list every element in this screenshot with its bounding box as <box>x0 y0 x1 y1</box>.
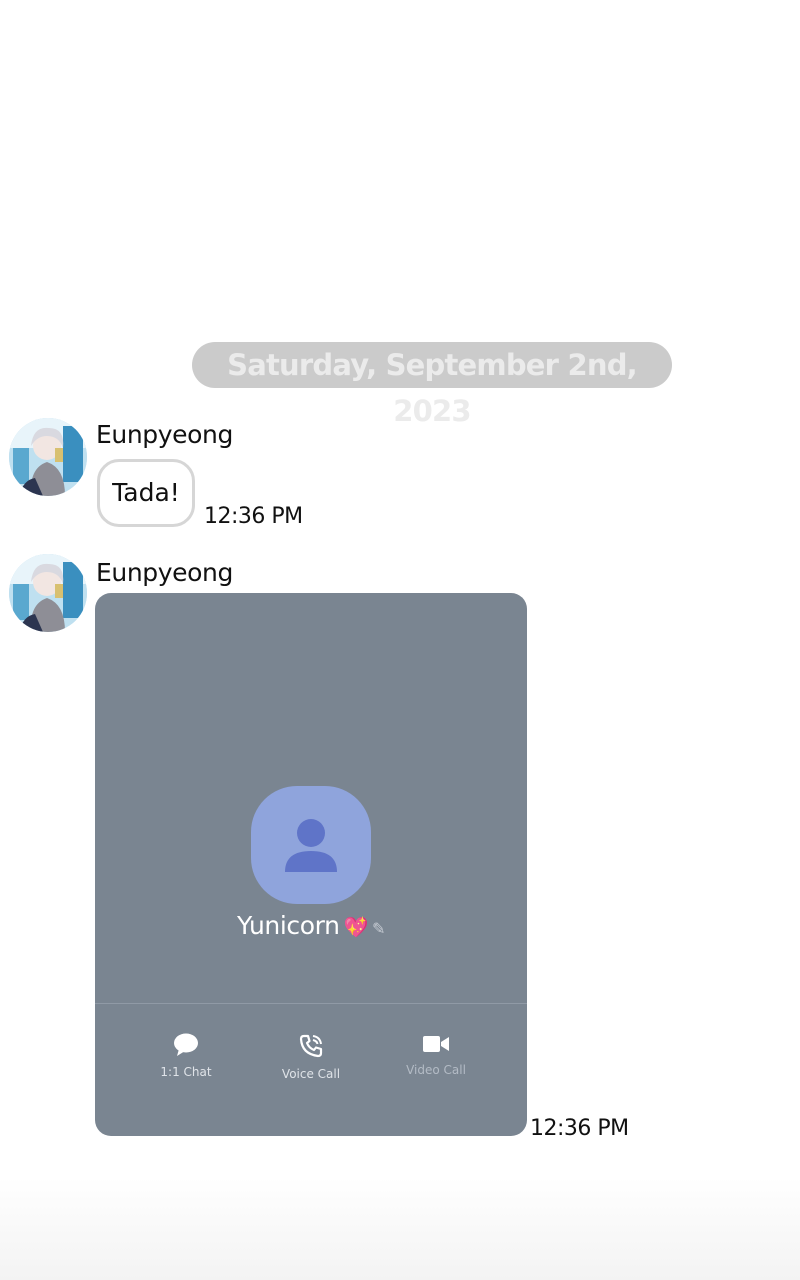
chat-action-button[interactable]: 1:1 Chat <box>136 1033 236 1079</box>
video-camera-icon <box>423 1036 449 1052</box>
phone-icon <box>299 1034 323 1058</box>
sender-avatar[interactable] <box>9 554 87 632</box>
date-separator: Saturday, September 2nd, 2023 <box>192 342 672 428</box>
chat-bubble-icon <box>174 1033 198 1056</box>
video-call-label: Video Call <box>406 1063 466 1077</box>
voice-call-action-button[interactable]: Voice Call <box>261 1033 361 1081</box>
voice-call-label: Voice Call <box>281 1067 341 1081</box>
avatar-image <box>9 554 87 632</box>
video-call-action-button[interactable]: Video Call <box>386 1033 486 1077</box>
card-divider <box>95 1003 527 1004</box>
chat-action-label: 1:1 Chat <box>160 1065 212 1079</box>
sender-avatar[interactable] <box>9 418 87 496</box>
chat-screen: Saturday, September 2nd, 2023 Eunpyeong … <box>0 0 800 1280</box>
profile-card[interactable]: Yunicorn💖✎ 1:1 Chat Voice Call Video C <box>95 593 527 1136</box>
default-profile-icon <box>251 786 371 904</box>
avatar-image <box>9 418 87 496</box>
sender-name: Eunpyeong <box>96 558 233 587</box>
message-bubble[interactable]: Tada! <box>97 459 195 527</box>
sparkling-heart-emoji: 💖 <box>343 915 369 939</box>
edit-pencil-icon[interactable]: ✎ <box>372 919 385 938</box>
profile-name-row: Yunicorn 💖 ✎ <box>95 911 527 940</box>
message-timestamp: 12:36 PM <box>530 1116 629 1141</box>
sender-name: Eunpyeong <box>96 420 233 449</box>
profile-name: Yunicorn <box>236 911 340 940</box>
message-timestamp: 12:36 PM <box>204 504 303 529</box>
